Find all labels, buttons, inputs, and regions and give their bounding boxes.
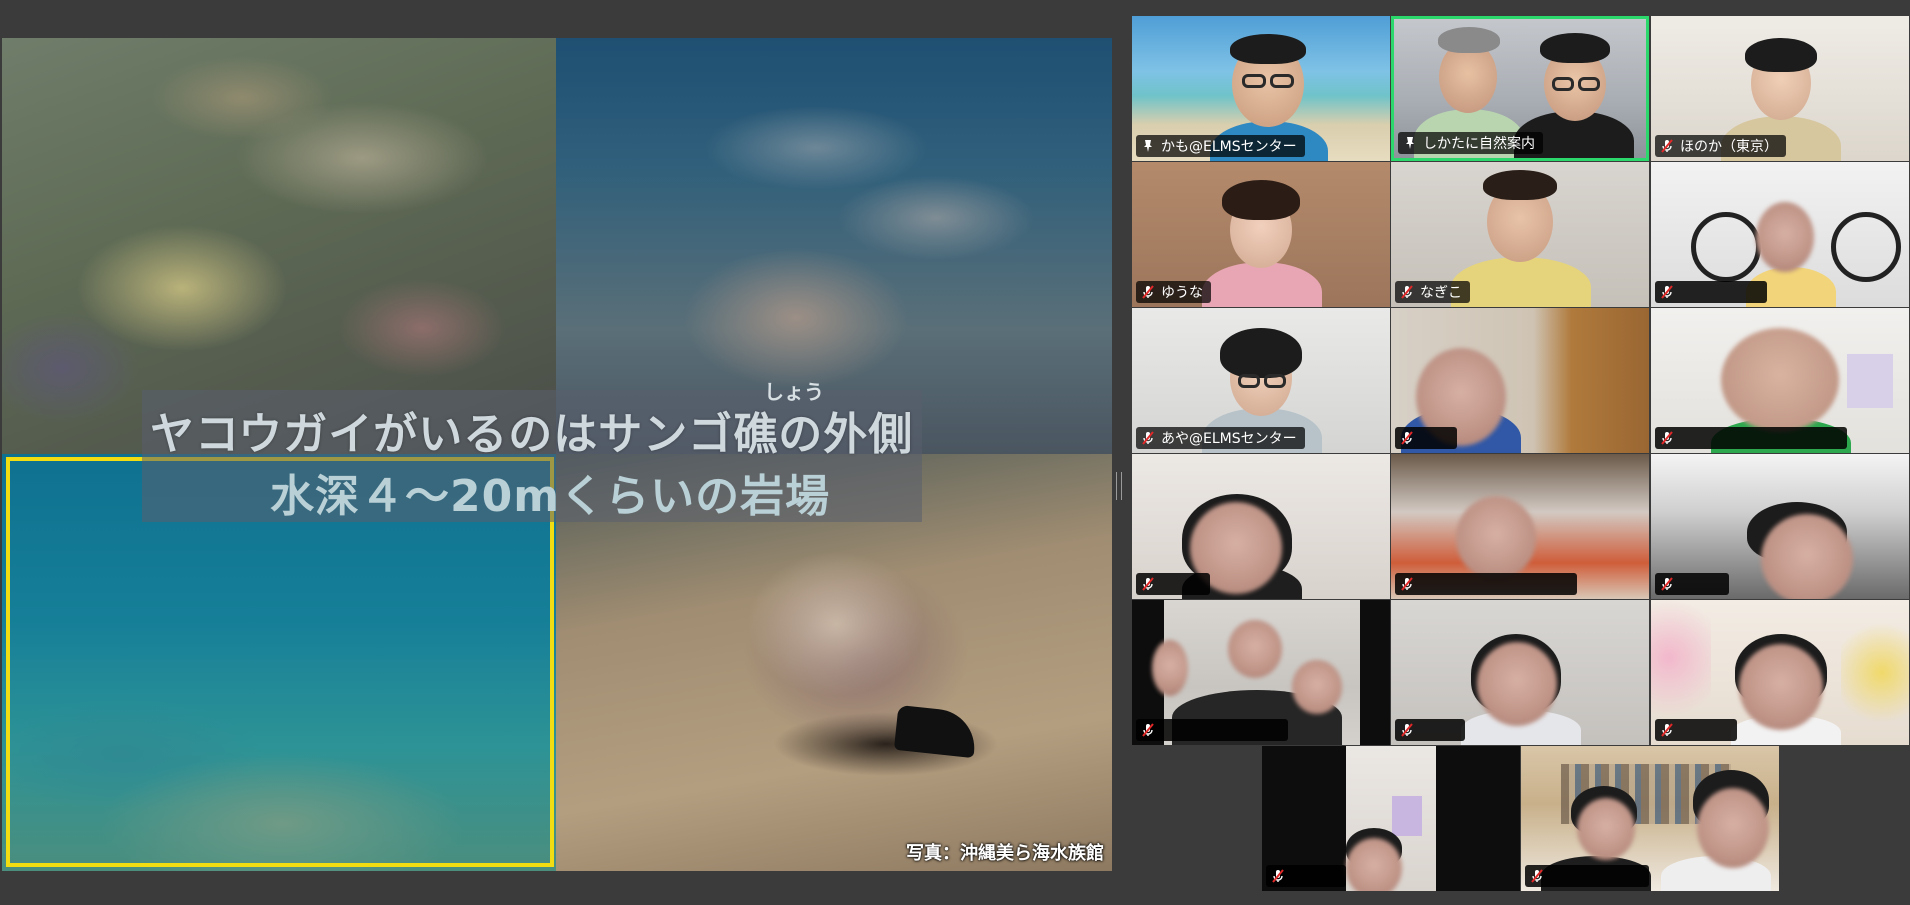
- video-tile[interactable]: [1651, 600, 1909, 745]
- participant-name: なぎこ: [1420, 285, 1462, 301]
- mic-muted-icon: [1142, 723, 1154, 737]
- mic-muted-icon: [1401, 285, 1413, 299]
- mic-muted-icon: [1531, 869, 1543, 883]
- participant-name-tag: かも@ELMSセンター: [1136, 135, 1305, 157]
- mic-muted-icon: [1401, 577, 1413, 591]
- pin-icon: [1144, 140, 1152, 152]
- participant-name-tag-redacted: [1266, 865, 1346, 887]
- mic-muted-icon: [1401, 431, 1413, 445]
- participant-name-tag-redacted: [1525, 865, 1649, 887]
- photo-credit: 写真：沖縄美ら海水族館: [906, 843, 1104, 864]
- participant-name: あや@ELMSセンター: [1161, 431, 1297, 447]
- video-tile[interactable]: [1132, 600, 1390, 745]
- video-tile[interactable]: [1391, 600, 1649, 745]
- mic-muted-icon: [1401, 723, 1413, 737]
- mic-muted-icon: [1142, 285, 1154, 299]
- participant-name-tag-redacted: [1136, 719, 1288, 741]
- participant-name-tag-redacted: [1655, 281, 1767, 303]
- video-tile[interactable]: なぎこ: [1391, 162, 1649, 307]
- video-tile[interactable]: かも@ELMSセンター: [1132, 16, 1390, 161]
- mic-muted-icon: [1142, 431, 1154, 445]
- participant-name-tag-redacted: [1655, 719, 1737, 741]
- pin-icon: [1406, 137, 1414, 149]
- mic-muted-icon: [1661, 285, 1673, 299]
- video-tile[interactable]: [1391, 454, 1649, 599]
- video-tile[interactable]: あや@ELMSセンター: [1132, 308, 1390, 453]
- participant-name-tag: ゆうな: [1136, 281, 1211, 303]
- slide-caption-line2: 水深４～20mくらいの岩場: [270, 471, 831, 522]
- video-tile[interactable]: [1391, 308, 1649, 453]
- mic-muted-icon: [1661, 139, 1673, 153]
- video-tile[interactable]: [1651, 308, 1909, 453]
- participant-name-tag: あや@ELMSセンター: [1136, 427, 1305, 449]
- participant-name-tag-redacted: [1136, 573, 1210, 595]
- video-tile[interactable]: ほのか（東京）: [1651, 16, 1909, 161]
- participant-name-tag-redacted: [1395, 719, 1465, 741]
- video-tile[interactable]: [1651, 162, 1909, 307]
- participant-name-tag-redacted: [1655, 573, 1729, 595]
- slide-caption-line1: ヤコウガイがいるのはサンゴ礁の外側: [150, 409, 914, 460]
- mic-muted-icon: [1142, 577, 1154, 591]
- mic-muted-icon: [1661, 577, 1673, 591]
- video-tile[interactable]: [1132, 454, 1390, 599]
- mic-muted-icon: [1661, 723, 1673, 737]
- participant-name: かも@ELMSセンター: [1161, 139, 1297, 155]
- participant-name-tag-redacted: [1655, 427, 1847, 449]
- participant-name-tag: ほのか（東京）: [1655, 135, 1786, 157]
- shared-screen: しょう ヤコウガイがいるのはサンゴ礁の外側 水深４～20mくらいの岩場 写真：沖…: [2, 38, 1112, 871]
- video-tile[interactable]: [1262, 746, 1520, 891]
- participant-name-tag-redacted: [1395, 427, 1457, 449]
- video-tile-active-speaker[interactable]: しかたに自然案内: [1391, 16, 1649, 161]
- participant-name-tag: しかたに自然案内: [1398, 132, 1543, 154]
- video-tile[interactable]: [1521, 746, 1779, 891]
- participant-name-tag-redacted: [1395, 573, 1577, 595]
- mic-muted-icon: [1272, 869, 1284, 883]
- participant-name-tag: なぎこ: [1395, 281, 1470, 303]
- video-tile[interactable]: [1651, 454, 1909, 599]
- mic-muted-icon: [1661, 431, 1673, 445]
- participant-name: ほのか（東京）: [1680, 139, 1778, 155]
- participant-name: ゆうな: [1161, 285, 1203, 301]
- splitter-handle[interactable]: [1116, 472, 1122, 500]
- participant-name: しかたに自然案内: [1423, 136, 1535, 152]
- video-tile[interactable]: ゆうな: [1132, 162, 1390, 307]
